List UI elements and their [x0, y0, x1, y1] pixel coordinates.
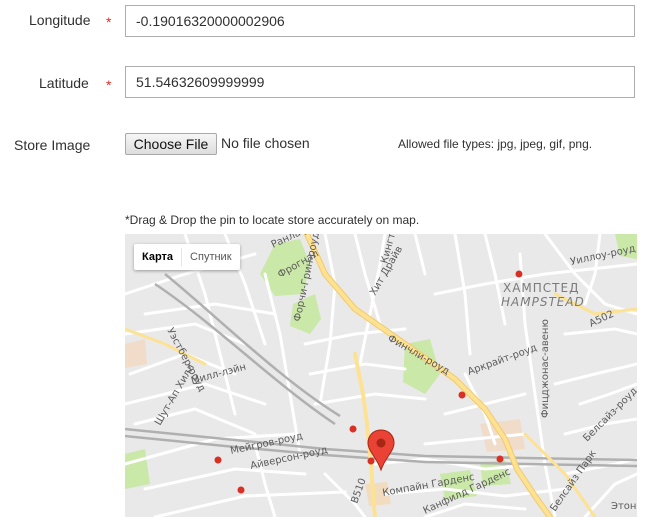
longitude-label: Longitude [29, 12, 91, 28]
map-label-hampstead-ru: ХАМПСТЕД [503, 281, 579, 295]
longitude-input[interactable] [125, 5, 635, 37]
choose-file-button[interactable]: Choose File [125, 133, 217, 155]
map-type-map-button[interactable]: Карта [134, 244, 181, 270]
longitude-required-mark: * [106, 14, 112, 30]
latitude-label: Latitude [39, 75, 89, 91]
map-type-control[interactable]: Карта Спутник [134, 244, 240, 270]
map-label-eton: Этон- [611, 501, 637, 512]
map-label-fitzjohns: Фицджонас-авеню [540, 319, 551, 418]
map-hint: *Drag & Drop the pin to locate store acc… [125, 213, 420, 227]
latitude-input[interactable] [125, 66, 635, 98]
file-status-text: No file chosen [221, 135, 310, 151]
latitude-required-mark: * [106, 77, 112, 93]
store-image-label: Store Image [14, 137, 91, 153]
store-location-map[interactable]: ХАМПСТЕД HAMPSTEAD Финчли-роуд Фицджонас… [125, 234, 637, 517]
map-canvas[interactable]: ХАМПСТЕД HAMPSTEAD Финчли-роуд Фицджонас… [125, 234, 637, 517]
map-label-hampstead-en: HAMPSTEAD [501, 295, 585, 309]
map-type-satellite-button[interactable]: Спутник [182, 244, 239, 270]
allowed-file-types: Allowed file types: jpg, jpeg, gif, png. [398, 137, 593, 151]
